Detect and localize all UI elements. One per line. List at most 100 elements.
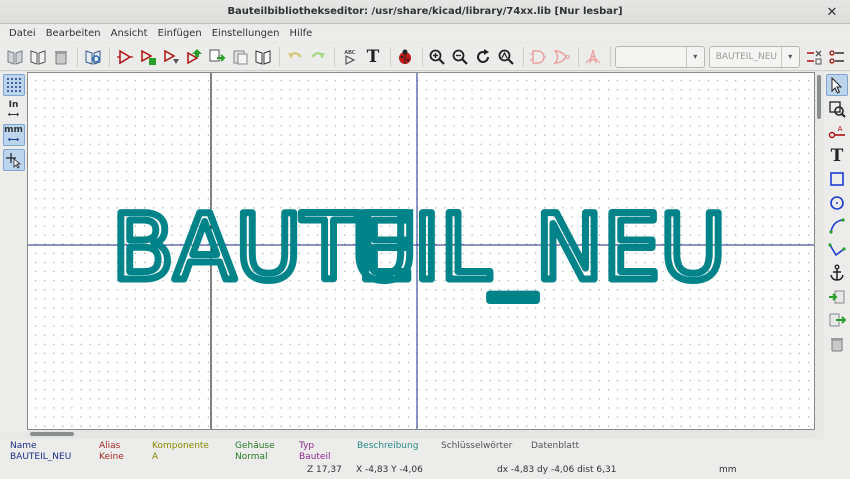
left-toolbar: In ⟷ mm ⟷	[0, 72, 27, 432]
import-graphics-button[interactable]	[826, 286, 848, 308]
undo-button[interactable]	[284, 46, 305, 68]
add-circle-button[interactable]	[826, 192, 848, 214]
edit-properties-button[interactable]: ABC	[339, 46, 360, 68]
delete-item-button[interactable]	[826, 333, 848, 355]
vertical-scroll-thumb[interactable]	[817, 75, 821, 119]
window-title: Bauteilbibliothekseditor: /usr/share/kic…	[227, 6, 623, 17]
chevron-down-icon: ▾	[685, 46, 704, 67]
pin-table-button[interactable]	[804, 46, 825, 68]
save-part-button[interactable]	[137, 46, 158, 68]
zoom-area-button[interactable]	[826, 98, 848, 120]
refresh-icon	[477, 48, 490, 63]
info-beschreibung-label: Beschreibung	[357, 441, 419, 451]
menu-hilfe[interactable]: Hilfe	[285, 28, 318, 39]
polyline-icon	[828, 242, 846, 256]
library-docs-button[interactable]	[252, 46, 273, 68]
info-alias: Alias Keine	[99, 441, 124, 463]
import-icon	[829, 290, 845, 303]
select-library-button[interactable]	[4, 46, 25, 68]
menu-einstellungen[interactable]: Einstellungen	[207, 28, 285, 39]
toolbar-separator	[334, 46, 336, 67]
redo-button[interactable]	[307, 46, 328, 68]
trash-icon	[54, 50, 67, 64]
set-anchor-button[interactable]	[826, 262, 848, 284]
copy-to-library-button[interactable]	[206, 46, 227, 68]
new-part-button[interactable]	[114, 46, 135, 68]
toolbar-separator	[389, 46, 391, 67]
zoom-fit-button[interactable]	[496, 46, 517, 68]
select-tool-button[interactable]	[826, 74, 848, 96]
add-pin-button[interactable]: A	[826, 121, 848, 143]
horizontal-scroll-thumb[interactable]	[30, 432, 74, 436]
main-toolbar: ABC T ▾ BAUTEIL_NEU ▾	[0, 43, 850, 71]
redraw-button[interactable]	[473, 46, 494, 68]
toolbar-separator	[577, 46, 579, 67]
paste-button[interactable]	[229, 46, 250, 68]
info-alias-label: Alias	[99, 441, 121, 451]
inch-units-button[interactable]: In ⟷	[3, 99, 25, 121]
component-reference-text[interactable]: U	[348, 193, 422, 305]
export-component-icon	[187, 48, 202, 64]
double-arrow-icon: ⟷	[7, 110, 20, 119]
part-alias-select[interactable]: BAUTEIL_NEU ▾	[708, 45, 800, 68]
menu-bearbeiten[interactable]: Bearbeiten	[41, 28, 106, 39]
drawing-canvas[interactable]: BAUTEIL_NEU U	[27, 72, 815, 430]
cursor-shape-button[interactable]	[2, 149, 25, 171]
close-button[interactable]: ✕	[824, 4, 840, 20]
component-value-text[interactable]: BAUTEIL_NEU	[109, 193, 730, 305]
unit-select[interactable]: ▾	[614, 45, 705, 68]
close-icon: ✕	[826, 4, 838, 20]
add-polyline-button[interactable]	[826, 239, 848, 261]
view-doc-button[interactable]	[583, 46, 604, 68]
info-komponente-label: Komponente	[152, 441, 209, 451]
check-part-button[interactable]	[394, 46, 415, 68]
zoom-area-icon	[829, 100, 846, 118]
title-bar: Bauteilbibliothekseditor: /usr/share/kic…	[0, 0, 850, 24]
normal-style-button[interactable]	[528, 46, 549, 68]
info-beschreibung: Beschreibung	[357, 441, 418, 463]
pin-table-icon	[807, 50, 822, 64]
demorgan-style-button[interactable]	[551, 46, 572, 68]
trash-icon	[831, 337, 843, 351]
right-toolbar: A T	[824, 72, 850, 442]
mm-units-button[interactable]: mm ⟷	[2, 124, 25, 146]
menu-einfuegen[interactable]: Einfügen	[153, 28, 207, 39]
info-schluesselwoerter-value	[441, 452, 512, 463]
vertical-scrollbar[interactable]	[815, 72, 823, 430]
info-gehaeuse: Gehäuse Normal	[235, 441, 275, 463]
info-schluesselwoerter: Schlüsselwörter	[441, 441, 512, 463]
pin-settings-button[interactable]	[827, 46, 848, 68]
crosshair-cursor-icon	[5, 153, 21, 169]
units-readout: mm	[719, 465, 737, 475]
menu-datei[interactable]: Datei	[4, 28, 41, 39]
import-part-button[interactable]	[160, 46, 181, 68]
chevron-down-icon: ▾	[780, 46, 799, 67]
delete-part-button[interactable]	[50, 46, 71, 68]
info-schluesselwoerter-label: Schlüsselwörter	[441, 441, 513, 451]
open-library-button[interactable]	[27, 46, 48, 68]
library-browser-button[interactable]	[82, 46, 103, 68]
mm-label: mm	[4, 125, 23, 135]
add-rectangle-button[interactable]	[826, 168, 848, 190]
zoom-out-button[interactable]	[450, 46, 471, 68]
pins-icon	[829, 49, 845, 64]
grid-toggle-button[interactable]	[2, 74, 25, 96]
open-book-icon	[255, 49, 271, 65]
info-gehaeuse-label: Gehäuse	[235, 441, 275, 451]
export-part-button[interactable]	[183, 46, 204, 68]
edit-fields-button[interactable]: T	[362, 46, 383, 68]
menu-ansicht[interactable]: Ansicht	[106, 28, 153, 39]
info-name-label: Name	[10, 441, 37, 451]
add-text-button[interactable]: T	[826, 145, 848, 167]
info-name: Name BAUTEIL_NEU	[10, 441, 71, 463]
info-datenblatt-label: Datenblatt	[531, 441, 580, 451]
add-arc-button[interactable]	[826, 215, 848, 237]
zoom-readout: Z 17,37	[307, 465, 342, 475]
grid-icon	[6, 78, 21, 92]
export-graphics-button[interactable]	[826, 309, 848, 331]
new-component-icon	[116, 49, 133, 64]
horizontal-scrollbar[interactable]	[27, 430, 815, 438]
zoom-in-button[interactable]	[426, 46, 447, 68]
import-component-icon	[163, 49, 179, 64]
gate-normal-icon	[530, 49, 547, 64]
